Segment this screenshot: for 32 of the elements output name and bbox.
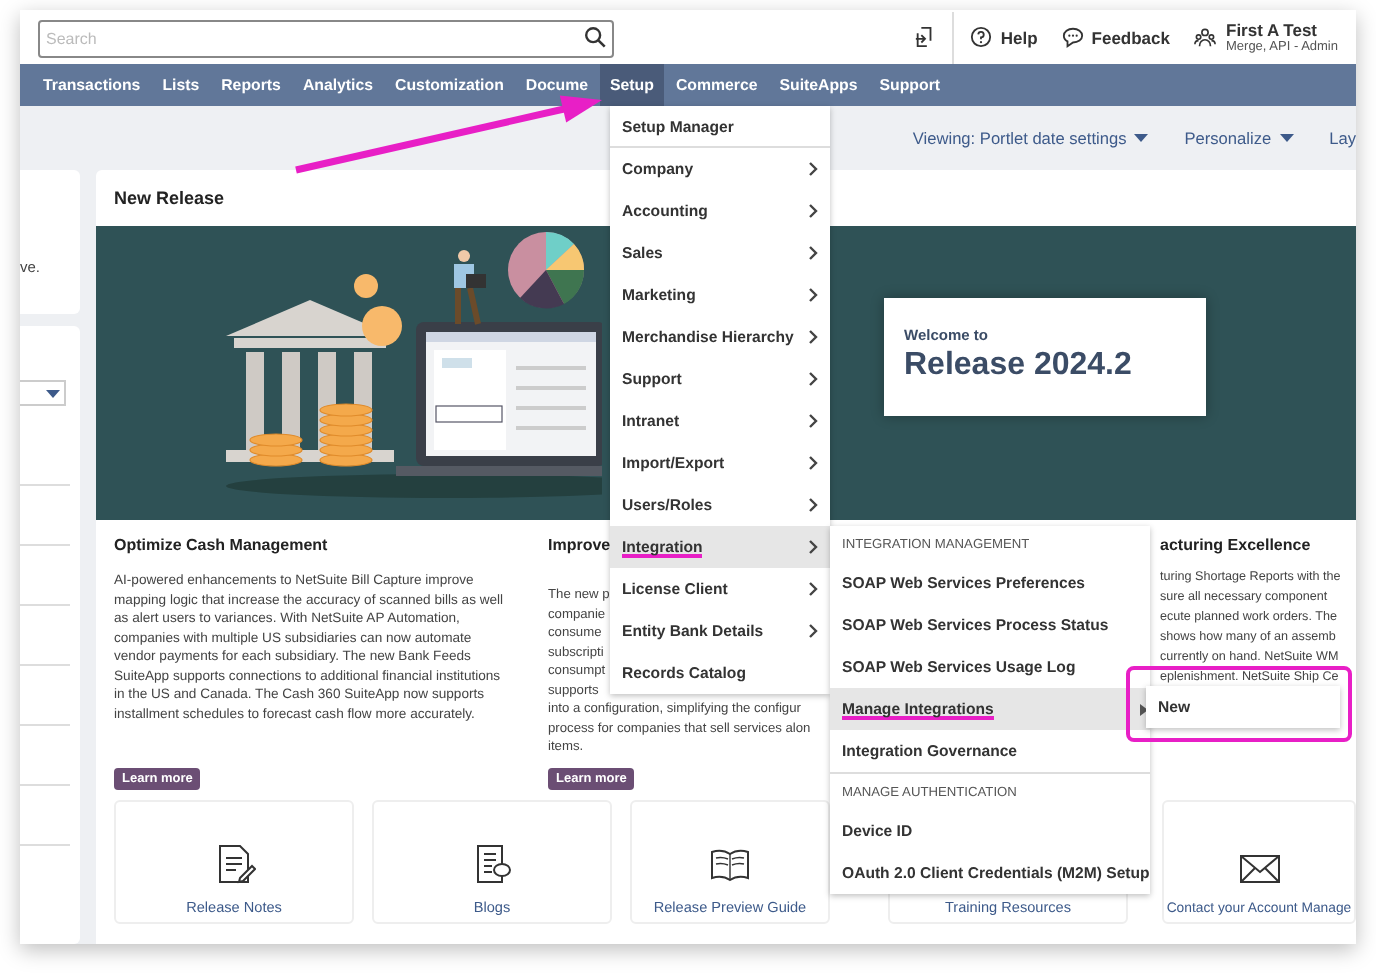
toolbar-link[interactable]: Lay <box>1329 128 1356 148</box>
article-heading: acturing Excellence <box>1160 536 1311 558</box>
chevron-icon <box>808 372 818 386</box>
caret-icon <box>46 389 60 397</box>
chevron-icon <box>808 456 818 470</box>
help-button[interactable]: Help <box>970 26 1038 48</box>
help-icon <box>970 26 993 48</box>
chevron-icon <box>808 414 818 428</box>
toolbar-link[interactable]: Personalize <box>1184 128 1294 148</box>
chevron-icon <box>808 540 818 554</box>
chevron-icon <box>808 498 818 512</box>
chat-bubble-icon <box>1061 26 1084 48</box>
user-name: First A Test <box>1226 20 1319 40</box>
chevron-icon <box>808 288 818 302</box>
document-arrow-icon[interactable] <box>914 26 937 48</box>
article-heading: Optimize Cash Management <box>114 536 328 558</box>
toolbar-link[interactable]: Viewing: Portlet date settings <box>912 128 1149 148</box>
chevron-icon <box>808 582 818 596</box>
dropdown-field[interactable] <box>20 380 66 406</box>
chevron-icon <box>808 246 818 260</box>
chevron-icon <box>808 162 818 176</box>
chevron-icon <box>808 204 818 218</box>
people-icon[interactable] <box>1194 26 1216 48</box>
chevron-icon <box>808 624 818 638</box>
release-title: Release 2024.2 <box>904 348 1134 384</box>
triangle-icon <box>1140 703 1148 715</box>
chevron-icon <box>808 330 818 344</box>
search-icon <box>584 26 606 48</box>
portlet-title: New Release <box>114 188 225 208</box>
search-field[interactable]: Search <box>38 20 614 58</box>
article-heading: Improve <box>548 536 611 558</box>
feedback-button[interactable]: Feedback <box>1061 26 1170 48</box>
